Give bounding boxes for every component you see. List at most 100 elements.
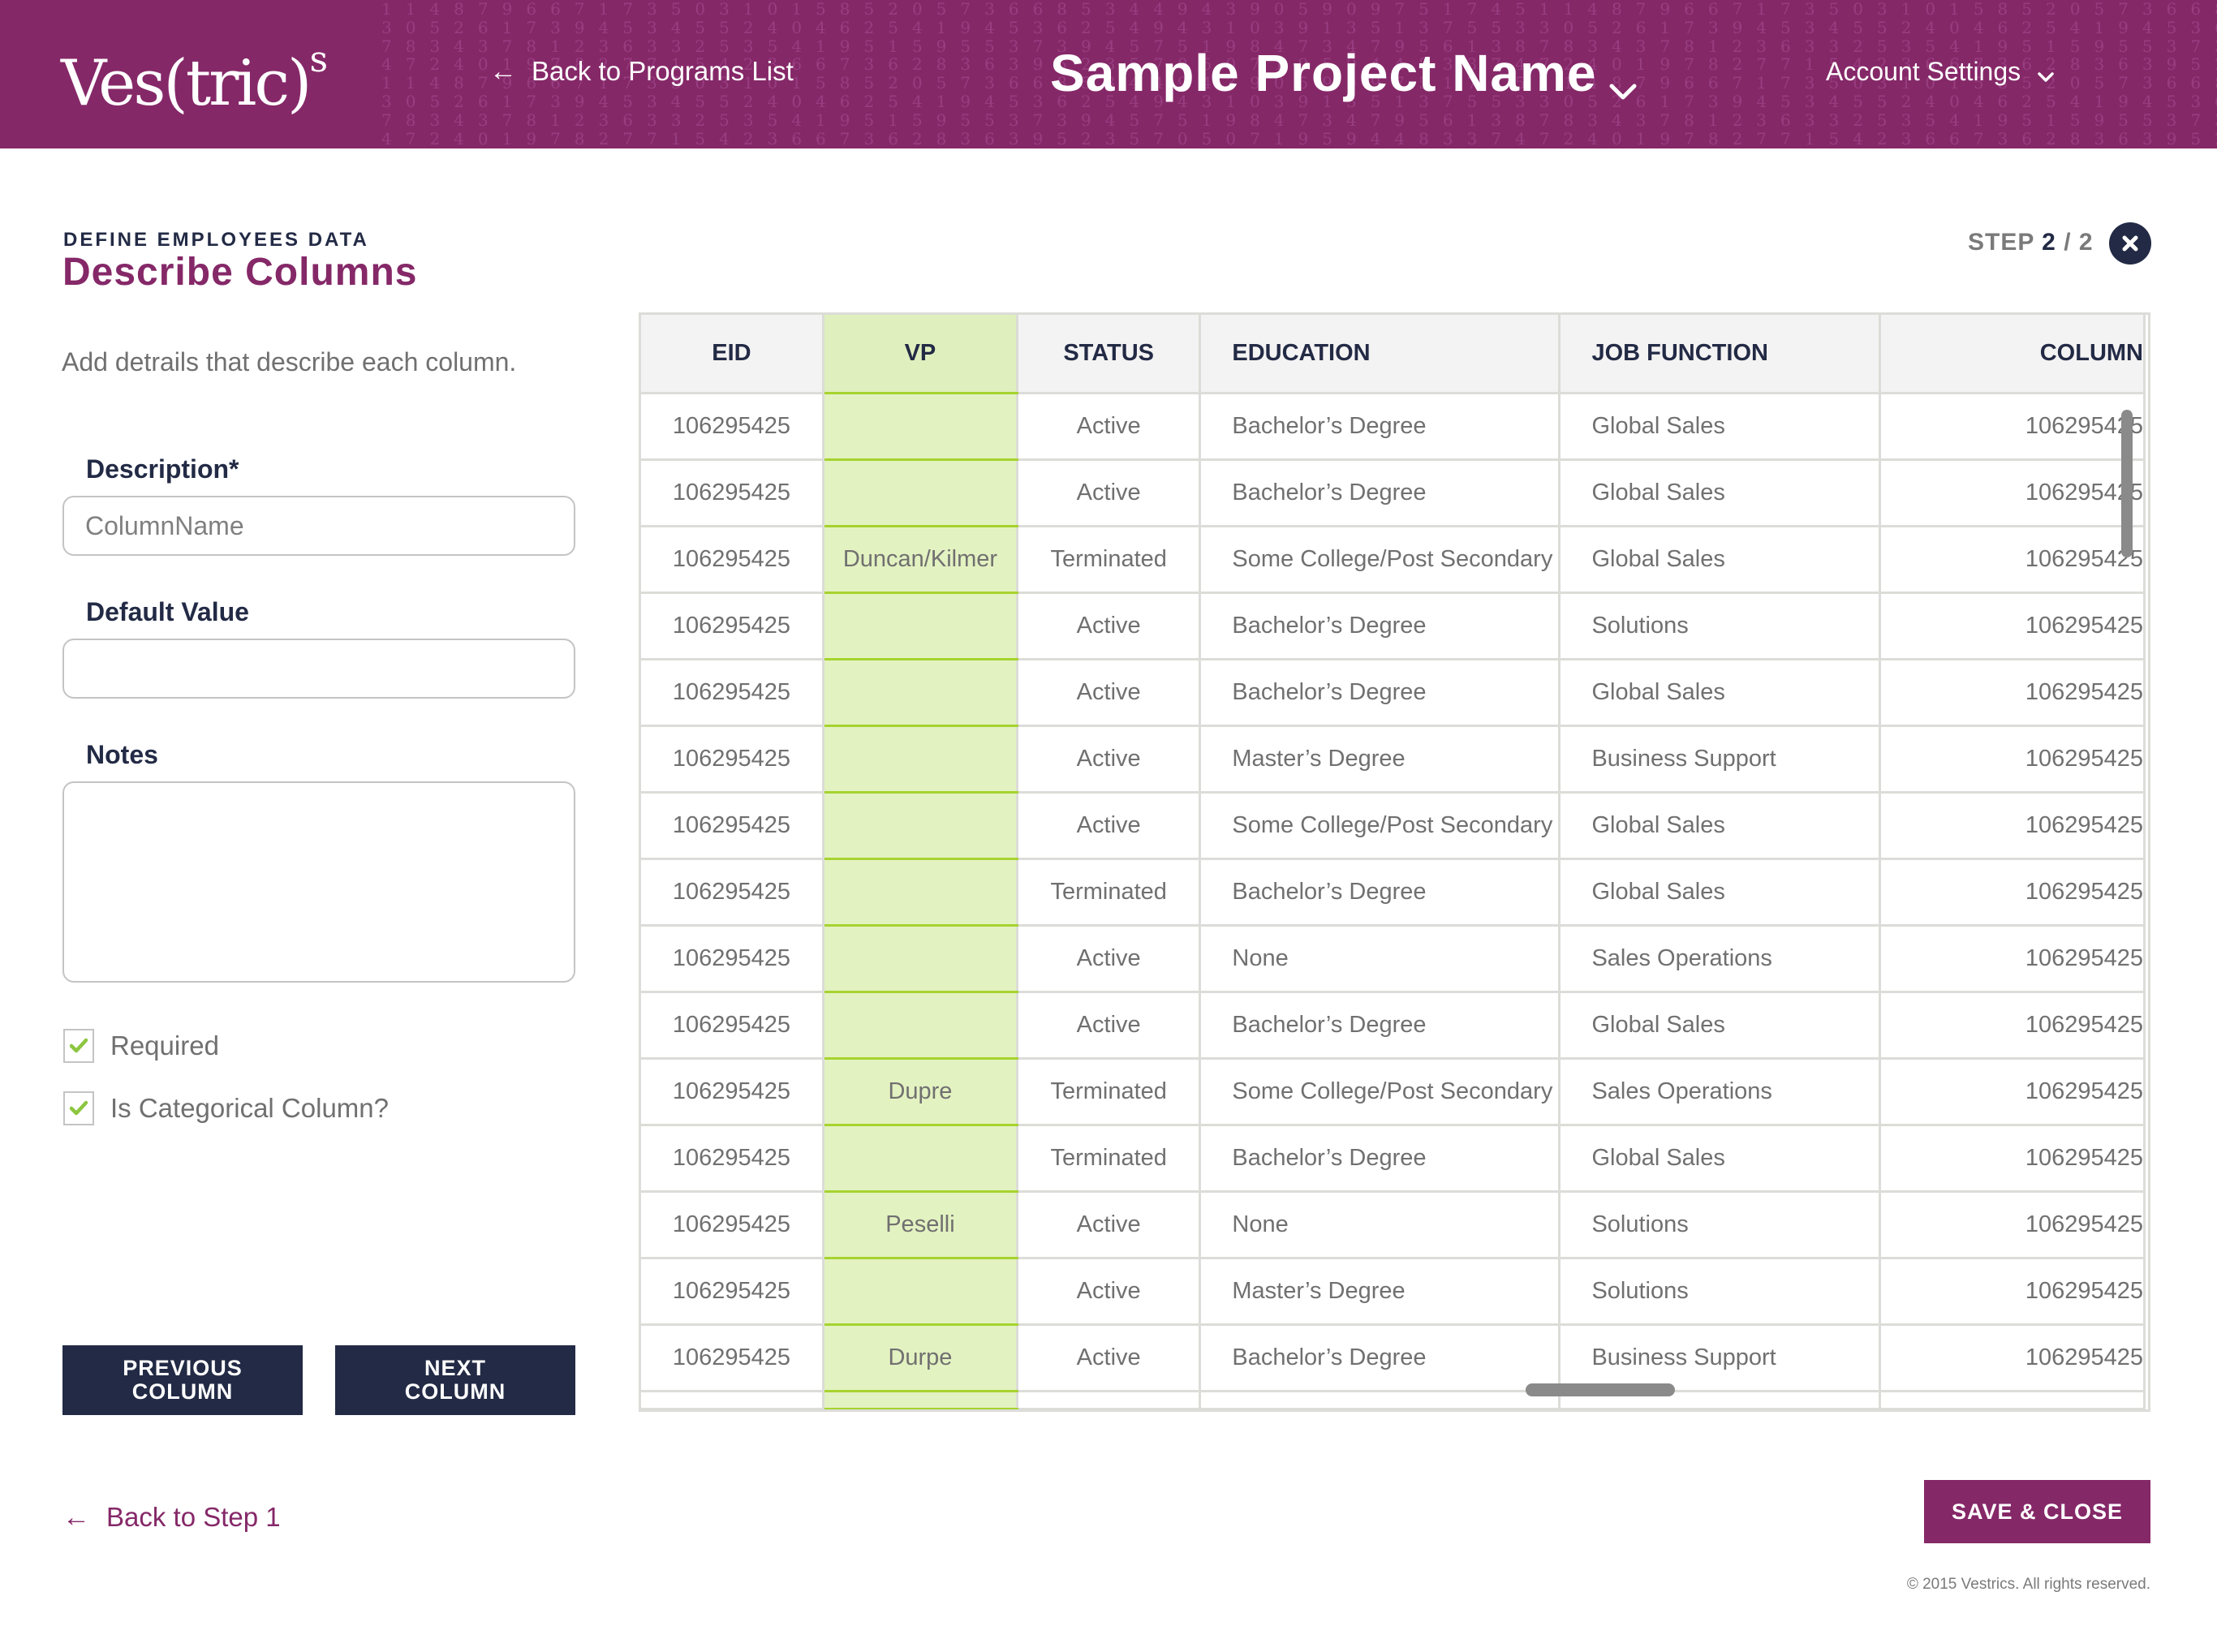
table-row: 106295425 Active Master’s Degree Business S…	[641, 725, 2146, 794]
digits-row: 3052617394534552404625419453625494310391…	[381, 17, 2217, 37]
checkmark-icon	[70, 1038, 88, 1053]
cell-vp	[821, 392, 1018, 461]
back-to-step-1-link[interactable]: ← Back to Step 1	[62, 1500, 281, 1534]
cell-eid: 106295425	[641, 592, 824, 660]
description-input[interactable]	[62, 496, 575, 556]
vertical-scrollbar[interactable]	[2121, 410, 2133, 557]
arrow-left-icon: ←	[62, 1501, 90, 1533]
cell-education: None	[1199, 1190, 1561, 1259]
default-value-input[interactable]	[62, 639, 575, 699]
next-column-button[interactable]: NEXT COLUMN	[335, 1345, 575, 1415]
next-column-line1: NEXT	[424, 1356, 486, 1380]
cell-vp	[821, 791, 1018, 860]
cell-eid: 106295425	[641, 725, 824, 794]
column-header-education[interactable]: EDUCATION	[1199, 315, 1561, 394]
cell-column: 106295425	[1878, 924, 2146, 993]
cell-vp	[821, 458, 1018, 527]
cell-education: Bachelor’s Degree	[1199, 991, 1561, 1060]
cell-eid: 106295425	[641, 1190, 824, 1259]
top-header: 1148796671735031015852057366853449439059…	[0, 0, 2217, 148]
required-checkbox[interactable]	[63, 1029, 94, 1063]
column-header-eid[interactable]: EID	[641, 315, 824, 394]
digits-row: 7834378123633253541951595537394575198473…	[381, 110, 2217, 130]
categorical-label: Is Categorical Column?	[110, 1093, 389, 1123]
cell-job-function: Solutions	[1558, 1190, 1881, 1259]
horizontal-scrollbar[interactable]	[1526, 1383, 1675, 1396]
cell-eid: 106295425	[641, 392, 824, 461]
categorical-checkbox[interactable]	[63, 1091, 94, 1125]
cell-status: Active	[1015, 392, 1202, 461]
column-header-column[interactable]: COLUMN	[1878, 315, 2146, 394]
column-header-vp[interactable]: VP	[821, 315, 1018, 394]
table-row: 106295425 Active None Sales Operations 10629…	[641, 924, 2146, 993]
account-settings-label: Account Settings	[1826, 56, 2021, 86]
cell-column: 106295425	[1878, 1124, 2146, 1193]
cell-eid: 106295425	[641, 991, 824, 1060]
cell-column: 106295425	[1878, 1257, 2146, 1326]
project-name-dropdown[interactable]: Sample Project Name	[1050, 41, 1638, 105]
cell-education: Bachelor’s Degree	[1199, 658, 1561, 727]
logo-superscript: s	[309, 39, 329, 80]
close-button[interactable]	[2109, 222, 2151, 265]
column-header-job-function[interactable]: JOB FUNCTION	[1558, 315, 1881, 394]
logo-text: Ves(tric)	[61, 47, 312, 120]
cell-status: Active	[1015, 725, 1202, 794]
cell-vp	[821, 1257, 1018, 1326]
page-title: Describe Columns	[62, 251, 418, 294]
cell-education: Bachelor’s Degree	[1199, 458, 1561, 527]
cell-eid: 106295425	[641, 924, 824, 993]
cell-vp	[821, 858, 1018, 927]
cell-vp: Peselli	[821, 1190, 1018, 1259]
cell-vp	[821, 592, 1018, 660]
back-to-programs-link[interactable]: ← Back to Programs List	[489, 54, 794, 89]
table-row: 106295425 Active Bachelor’s Degree Global S…	[641, 991, 2146, 1060]
cell-job-function: Solutions	[1558, 1257, 1881, 1326]
table-header-row: EID VP STATUS EDUCATION JOB FUNCTION COLUMN	[641, 315, 2146, 394]
project-name: Sample Project Name	[1050, 44, 1597, 102]
section-eyebrow: DEFINE EMPLOYEES DATA	[63, 229, 369, 251]
categorical-checkbox-row[interactable]: Is Categorical Column?	[63, 1091, 389, 1125]
cell-column: 106295425	[1878, 658, 2146, 727]
required-checkbox-row[interactable]: Required	[63, 1029, 219, 1063]
cell-job-function: Business Support	[1558, 725, 1881, 794]
digits-row: 1148796671735031015852057366853449439059…	[381, 0, 2217, 19]
cell-status: Active	[1015, 1257, 1202, 1326]
cell-job-function: Global Sales	[1558, 791, 1881, 860]
cell-job-function: Business Support	[1558, 1323, 1881, 1392]
cell-status: Active	[1015, 924, 1202, 993]
cell-status: Active	[1015, 1190, 1202, 1259]
table-row: 106295425 Peselli Active None Solutions 10629…	[641, 1190, 2146, 1259]
cell-vp: Duncan/Kilmer	[821, 525, 1018, 594]
account-settings-dropdown[interactable]: Account Settings	[1826, 54, 2055, 89]
cell-education: Some College/Post Secondary	[1199, 525, 1561, 594]
notes-textarea[interactable]	[62, 781, 575, 983]
previous-column-button[interactable]: PREVIOUS COLUMN	[62, 1345, 303, 1415]
cell-eid: 106295425	[641, 525, 824, 594]
cell-status: Active	[1015, 791, 1202, 860]
cell-vp: Dupre	[821, 1057, 1018, 1126]
previous-column-line1: PREVIOUS	[123, 1356, 243, 1380]
table-row: 106295425 Active Bachelor’s Degree Global S…	[641, 458, 2146, 527]
intro-text: Add detrails that describe each column.	[62, 347, 517, 376]
cell-status: Active	[1015, 1323, 1202, 1392]
table-row: 106295425 Durpe Active Bachelor’s Degree Bus…	[641, 1323, 2146, 1392]
cell-status: Active	[1015, 991, 1202, 1060]
cell-status: Terminated	[1015, 858, 1202, 927]
data-table: EID VP STATUS EDUCATION JOB FUNCTION COLUMN 1…	[641, 315, 2146, 1409]
cell-education: Bachelor’s Degree	[1199, 1124, 1561, 1193]
cell-status: Terminated	[1015, 1124, 1202, 1193]
cell-vp: Durpe	[821, 1323, 1018, 1392]
copyright-text: © 2015 Vestrics. All rights reserved.	[1906, 1576, 2150, 1593]
cell-vp	[821, 924, 1018, 993]
vestrics-logo[interactable]: Ves(tric)s	[61, 31, 328, 124]
cell-eid: 106295425	[641, 1323, 824, 1392]
save-and-close-button[interactable]: SAVE & CLOSE	[1924, 1480, 2150, 1543]
cell-column: 106295425	[1878, 858, 2146, 927]
cell-eid: 106295425	[641, 458, 824, 527]
data-preview-table[interactable]: EID VP STATUS EDUCATION JOB FUNCTION COLUMN 1…	[639, 312, 2150, 1412]
back-to-programs-label: Back to Programs List	[532, 56, 794, 86]
cell-job-function: Sales Operations	[1558, 924, 1881, 993]
cell-empty	[1015, 1390, 1202, 1409]
cell-job-function: Solutions	[1558, 592, 1881, 660]
column-header-status[interactable]: STATUS	[1015, 315, 1202, 394]
